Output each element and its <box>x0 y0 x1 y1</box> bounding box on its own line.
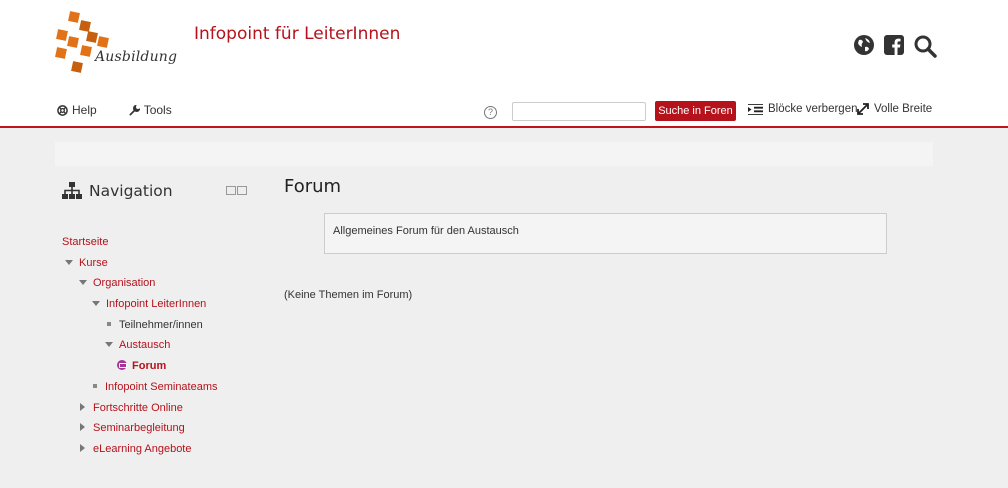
infopoint-link[interactable]: Infopoint LeiterInnen <box>106 298 206 310</box>
hide-blocks-button[interactable]: Blöcke verbergen <box>748 103 858 115</box>
navigation-block: Navigation <box>62 182 252 200</box>
tree-item-seminarteams: Infopoint Seminateams <box>62 377 218 398</box>
tree-item-home: Startseite <box>62 232 218 253</box>
tools-label: Tools <box>143 103 172 117</box>
collapse-block-icon[interactable] <box>226 186 236 195</box>
page-title: Forum <box>284 176 342 197</box>
sitemap-icon <box>62 182 82 199</box>
tree-item-courses: Kurse <box>62 253 218 274</box>
seminar-support-link[interactable]: Seminarbegleitung <box>93 422 185 434</box>
tree-item-infopoint: Infopoint LeiterInnen <box>62 294 218 315</box>
expanded-arrow-icon[interactable] <box>105 342 113 348</box>
search-icon[interactable] <box>913 34 937 58</box>
austausch-link[interactable]: Austausch <box>119 339 170 351</box>
tools-menu[interactable]: Tools <box>129 103 172 117</box>
logo-text: Ausbildung <box>95 49 178 65</box>
tree-item-austausch: Austausch <box>62 335 218 356</box>
expanded-arrow-icon[interactable] <box>79 280 87 286</box>
tree-item-seminar-support: Seminarbegleitung <box>62 418 218 439</box>
search-help-icon[interactable]: ? <box>484 106 497 119</box>
forum-intro: Allgemeines Forum für den Austausch <box>324 213 887 254</box>
navigation-heading: Navigation <box>89 182 173 200</box>
site-logo[interactable]: Ausbildung <box>52 10 177 76</box>
page-header-strip <box>55 142 933 166</box>
help-label: Help <box>72 103 97 117</box>
empty-forum-message: (Keine Themen im Forum) <box>284 289 413 301</box>
tree-item-progress: Fortschritte Online <box>62 398 218 419</box>
indent-icon <box>748 103 763 115</box>
help-menu[interactable]: Help <box>57 103 97 117</box>
forum-link[interactable]: Forum <box>132 360 166 372</box>
globe-icon[interactable] <box>853 34 877 58</box>
forum-search-input[interactable] <box>512 102 646 121</box>
tree-item-elearning: eLearning Angebote <box>62 439 218 460</box>
bullet-icon <box>93 383 97 388</box>
participants-link[interactable]: Teilnehmer/innen <box>119 319 203 331</box>
block-controls <box>226 186 247 195</box>
facebook-icon[interactable] <box>883 34 907 58</box>
wrench-icon <box>129 104 140 115</box>
expanded-arrow-icon[interactable] <box>92 301 100 307</box>
dock-block-icon[interactable] <box>237 186 247 195</box>
navigation-tree: Startseite Kurse Organisation Infopoint … <box>62 232 218 460</box>
expand-icon <box>857 103 869 115</box>
collapsed-arrow-icon[interactable] <box>80 402 85 411</box>
full-width-button[interactable]: Volle Breite <box>857 103 932 115</box>
collapsed-arrow-icon[interactable] <box>80 443 85 452</box>
main-menu: Help Tools <box>57 103 172 117</box>
seminarteams-link[interactable]: Infopoint Seminateams <box>105 381 218 393</box>
site-title[interactable]: Infopoint für LeiterInnen <box>194 24 400 44</box>
progress-link[interactable]: Fortschritte Online <box>93 402 183 414</box>
tree-item-organisation: Organisation <box>62 273 218 294</box>
collapsed-arrow-icon[interactable] <box>80 423 85 432</box>
tree-item-participants: Teilnehmer/innen <box>62 315 218 336</box>
header-icons <box>853 34 937 58</box>
lifebuoy-icon <box>57 104 68 116</box>
tree-item-forum: Forum <box>62 356 218 377</box>
organisation-link[interactable]: Organisation <box>93 277 155 289</box>
bullet-icon <box>107 321 111 326</box>
forum-icon <box>117 360 127 371</box>
forum-search-button[interactable]: Suche in Foren <box>655 101 736 121</box>
elearning-link[interactable]: eLearning Angebote <box>93 443 191 455</box>
navigation-header: Navigation <box>62 182 252 200</box>
home-link[interactable]: Startseite <box>62 236 108 248</box>
expanded-arrow-icon[interactable] <box>65 259 73 265</box>
courses-link[interactable]: Kurse <box>79 257 108 269</box>
full-width-label: Volle Breite <box>874 103 933 115</box>
page-header: Ausbildung Infopoint für LeiterInnen Hel… <box>0 0 1008 128</box>
hide-blocks-label: Blöcke verbergen <box>768 103 858 115</box>
